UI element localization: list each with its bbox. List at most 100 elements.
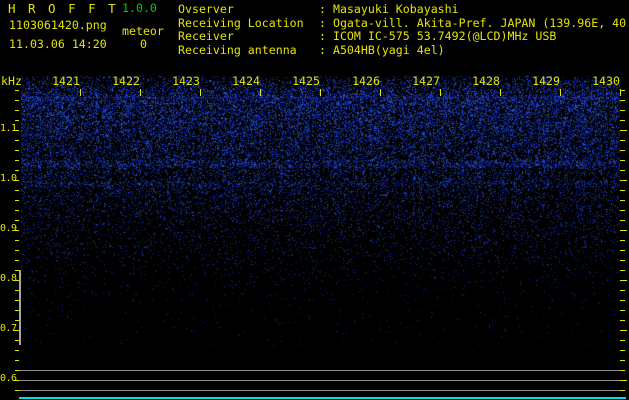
time-tick: [500, 89, 501, 96]
station-info-row: Receiver: ICOM IC-575 53.7492(@LCD)MHz U…: [178, 29, 629, 44]
freq-tick-label-0.7: 0.7: [0, 323, 17, 334]
meteor-count: 0: [140, 37, 147, 51]
freq-tick-label-1.0: 1.0: [0, 173, 17, 184]
freq-tick-major-left: [13, 130, 19, 131]
freq-tick-major-right: [620, 130, 627, 131]
freq-tick-minor-right: [620, 210, 625, 211]
freq-tick-minor-right: [620, 390, 625, 391]
time-tick: [140, 89, 141, 96]
freq-tick-minor-left: [15, 210, 19, 211]
freq-tick-minor-right: [620, 90, 625, 91]
freq-tick-minor-left: [15, 200, 19, 201]
freq-tick-major-right: [620, 180, 627, 181]
freq-tick-label-0.9: 0.9: [0, 223, 17, 234]
spectrogram-noise-canvas: [0, 0, 629, 400]
reference-line: [19, 370, 620, 371]
freq-tick-minor-left: [15, 90, 19, 91]
freq-tick-label-0.6: 0.6: [0, 373, 17, 384]
hrofft-screen: HROFFT 1.0.0 1103061420.png meteor 11.03…: [0, 0, 629, 400]
station-info-value: ICOM IC-575 53.7492(@LCD)MHz USB: [332, 29, 557, 43]
freq-tick-label-0.8: 0.8: [0, 273, 17, 284]
freq-tick-minor-right: [620, 300, 625, 301]
time-tick: [440, 89, 441, 96]
signal-level-trace: [19, 397, 626, 399]
freq-tick-minor-left: [15, 260, 19, 261]
freq-tick-minor-right: [620, 260, 625, 261]
station-info-separator: :: [319, 29, 333, 43]
time-tick-label-1424: 1424: [232, 74, 260, 88]
reference-line: [19, 380, 620, 381]
station-info: Ovserver: Masayuki Kobayashi Receiving Lo…: [178, 2, 629, 57]
freq-tick-label-1.1: 1.1: [0, 123, 17, 134]
freq-tick-minor-right: [620, 170, 625, 171]
db-scale-bar: [19, 270, 21, 345]
freq-tick-minor-left: [15, 170, 19, 171]
station-info-separator: :: [319, 2, 333, 16]
freq-tick-minor-right: [620, 320, 625, 321]
freq-tick-minor-right: [620, 270, 625, 271]
freq-tick-minor-right: [620, 250, 625, 251]
time-tick: [200, 89, 201, 96]
time-tick-label-1423: 1423: [172, 74, 200, 88]
output-filename: 1103061420.png: [9, 18, 107, 32]
freq-tick-minor-left: [15, 160, 19, 161]
time-tick-label-1430: 1430: [592, 74, 620, 88]
freq-tick-major-right: [620, 380, 627, 381]
freq-tick-major-left: [13, 230, 19, 231]
time-tick: [80, 89, 81, 96]
station-info-label: Ovserver: [178, 2, 234, 16]
station-info-value: A504HB(yagi 4el): [332, 42, 445, 57]
station-info-row: Ovserver: Masayuki Kobayashi: [178, 2, 629, 17]
station-info-row: Receiving Location: Ogata-vill. Akita-Pr…: [178, 15, 629, 31]
freq-tick-minor-right: [620, 360, 625, 361]
station-info-separator: :: [319, 15, 333, 30]
freq-tick-minor-left: [15, 190, 19, 191]
time-tick: [380, 89, 381, 96]
freq-tick-minor-right: [620, 110, 625, 111]
freq-tick-minor-left: [15, 250, 19, 251]
time-tick-label-1428: 1428: [472, 74, 500, 88]
freq-tick-minor-left: [15, 110, 19, 111]
station-info-label: Receiver: [178, 29, 234, 43]
station-info-label: Receiving Location: [178, 15, 304, 30]
freq-tick-minor-right: [620, 140, 625, 141]
freq-tick-minor-left: [15, 140, 19, 141]
freq-tick-minor-left: [15, 100, 19, 101]
freq-tick-minor-right: [620, 350, 625, 351]
time-tick-label-1422: 1422: [112, 74, 140, 88]
time-tick-label-1426: 1426: [352, 74, 380, 88]
station-info-label: Receiving antenna: [178, 42, 297, 57]
freq-tick-minor-right: [620, 340, 625, 341]
freq-tick-minor-left: [15, 150, 19, 151]
mode-label: meteor: [122, 24, 164, 38]
time-tick-label-1429: 1429: [532, 74, 560, 88]
freq-tick-major-right: [620, 280, 627, 281]
freq-tick-minor-left: [15, 120, 19, 121]
freq-tick-major-right: [620, 230, 627, 231]
app-title: HROFFT: [8, 1, 129, 16]
time-tick: [560, 89, 561, 96]
freq-tick-minor-left: [15, 240, 19, 241]
station-info-value: Ogata-vill. Akita-Pref. JAPAN (139.96E, …: [332, 15, 629, 30]
freq-tick-minor-right: [620, 200, 625, 201]
freq-tick-minor-left: [15, 220, 19, 221]
time-tick: [260, 89, 261, 96]
capture-datetime: 11.03.06 14:20: [9, 37, 107, 51]
station-info-value: Masayuki Kobayashi: [332, 2, 459, 16]
freq-tick-minor-right: [620, 190, 625, 191]
freq-tick-minor-right: [620, 100, 625, 101]
freq-tick-minor-right: [620, 290, 625, 291]
freq-tick-minor-right: [620, 150, 625, 151]
station-info-separator: :: [319, 42, 333, 57]
freq-tick-major-left: [13, 180, 19, 181]
time-tick-label-1421: 1421: [52, 74, 80, 88]
reference-line: [19, 390, 620, 391]
time-tick: [320, 89, 321, 96]
freq-tick-minor-right: [620, 370, 625, 371]
freq-tick-minor-left: [15, 350, 19, 351]
freq-tick-minor-right: [620, 120, 625, 121]
time-tick-label-1427: 1427: [412, 74, 440, 88]
freq-tick-minor-right: [620, 220, 625, 221]
freq-tick-minor-left: [15, 360, 19, 361]
freq-tick-minor-right: [620, 240, 625, 241]
